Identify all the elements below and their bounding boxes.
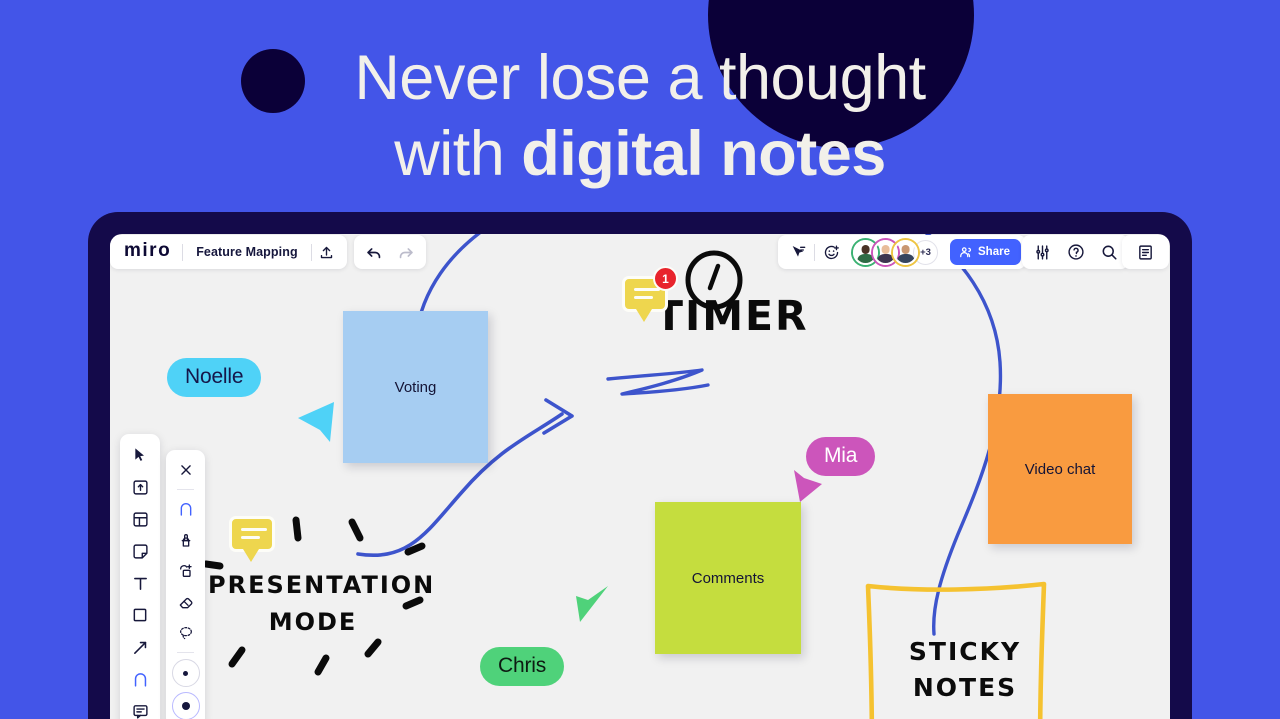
device-frame: Voting Comments Video chat Noelle Mia Ch… xyxy=(88,212,1192,719)
people-icon xyxy=(960,247,971,258)
stroke-width-medium-icon[interactable] xyxy=(171,692,200,719)
headline: Never lose a thought with digital notes xyxy=(0,46,1280,187)
cursor-label-noelle: Noelle xyxy=(167,358,262,397)
comment-line xyxy=(634,288,660,291)
headline-line-2: with digital notes xyxy=(0,122,1280,186)
history-bar xyxy=(354,235,426,269)
headline-line-2-regular: with xyxy=(394,119,522,190)
cursor-select-icon[interactable] xyxy=(783,238,812,267)
shape-tool[interactable] xyxy=(125,600,155,630)
headline-line-1: Never lose a thought xyxy=(354,43,926,113)
smart-shape-icon[interactable] xyxy=(171,556,201,586)
add-reaction-icon[interactable] xyxy=(817,238,846,267)
select-tool[interactable] xyxy=(125,440,155,470)
frame-tool[interactable] xyxy=(125,504,155,534)
notes-panel-bar xyxy=(1122,235,1169,269)
utility-bar xyxy=(1022,235,1129,269)
share-button-label: Share xyxy=(978,246,1010,258)
divider xyxy=(177,489,194,490)
comment-line xyxy=(634,296,653,299)
stroke-width-small-icon[interactable] xyxy=(171,659,200,687)
search-icon[interactable] xyxy=(1094,238,1123,267)
comment-bubble-presentation[interactable] xyxy=(229,516,275,562)
help-circle-icon[interactable] xyxy=(1061,238,1090,267)
redo-icon[interactable] xyxy=(391,238,420,267)
board-title[interactable]: Feature Mapping xyxy=(183,245,311,259)
sticky-note-video-chat-text: Video chat xyxy=(1024,460,1096,478)
text-tool[interactable] xyxy=(125,568,155,598)
lasso-icon[interactable] xyxy=(171,618,201,648)
sticky-note-comments[interactable]: Comments xyxy=(655,502,801,654)
headline-line-2-bold: digital notes xyxy=(521,119,886,190)
sticky-note-voting-text: Voting xyxy=(394,378,437,396)
divider xyxy=(177,652,194,653)
sticky-note-tool[interactable] xyxy=(125,536,155,566)
sticky-note-comments-text: Comments xyxy=(691,569,765,587)
close-x-icon[interactable] xyxy=(171,455,201,485)
comment-line xyxy=(241,536,260,539)
main-toolbar xyxy=(120,434,160,719)
handwriting-sticky-line-1: STICKY xyxy=(908,637,1022,666)
connector-tool[interactable] xyxy=(125,632,155,662)
share-button[interactable]: Share xyxy=(950,239,1021,265)
marker-icon[interactable] xyxy=(171,525,201,555)
pen-tool[interactable] xyxy=(125,664,155,694)
sliders-icon[interactable] xyxy=(1028,238,1057,267)
undo-icon[interactable] xyxy=(360,238,389,267)
handwriting-timer: TIMER xyxy=(655,292,809,340)
board-header-bar: miro Feature Mapping xyxy=(110,235,347,269)
eraser-icon[interactable] xyxy=(171,587,201,617)
upload-icon[interactable] xyxy=(312,238,341,267)
cursor-label-mia: Mia xyxy=(806,437,876,476)
handwriting-presentation-mode: PRESENTATION MODE xyxy=(208,567,436,641)
document-panel-icon[interactable] xyxy=(1131,238,1160,267)
collaborator-avatars[interactable]: +3 xyxy=(848,239,941,265)
handwriting-sticky-line-2: NOTES xyxy=(912,673,1018,703)
whiteboard-canvas[interactable]: Voting Comments Video chat Noelle Mia Ch… xyxy=(110,234,1170,719)
pen-icon[interactable] xyxy=(171,494,201,524)
pen-toolbar xyxy=(166,450,205,719)
sticky-note-video-chat[interactable]: Video chat xyxy=(988,394,1132,544)
handwriting-presentation-line-2: MODE xyxy=(268,608,358,637)
handwriting-sticky-notes: STICKY NOTES xyxy=(870,634,1060,707)
cursor-label-chris: Chris xyxy=(480,647,565,686)
comment-tool[interactable] xyxy=(125,696,155,719)
miro-logo[interactable]: miro xyxy=(116,240,182,265)
avatar[interactable] xyxy=(893,239,918,265)
handwriting-presentation-line-1: PRESENTATION xyxy=(208,571,436,599)
comment-line xyxy=(241,528,267,531)
sticky-note-voting[interactable]: Voting xyxy=(343,311,488,463)
comment-bubble-timer[interactable]: 1 xyxy=(622,266,678,322)
app-screen: Voting Comments Video chat Noelle Mia Ch… xyxy=(110,234,1170,719)
collaboration-bar: +3 Share xyxy=(778,235,1026,269)
comment-count-badge: 1 xyxy=(653,266,678,291)
templates-tool[interactable] xyxy=(125,472,155,502)
divider xyxy=(814,243,815,261)
